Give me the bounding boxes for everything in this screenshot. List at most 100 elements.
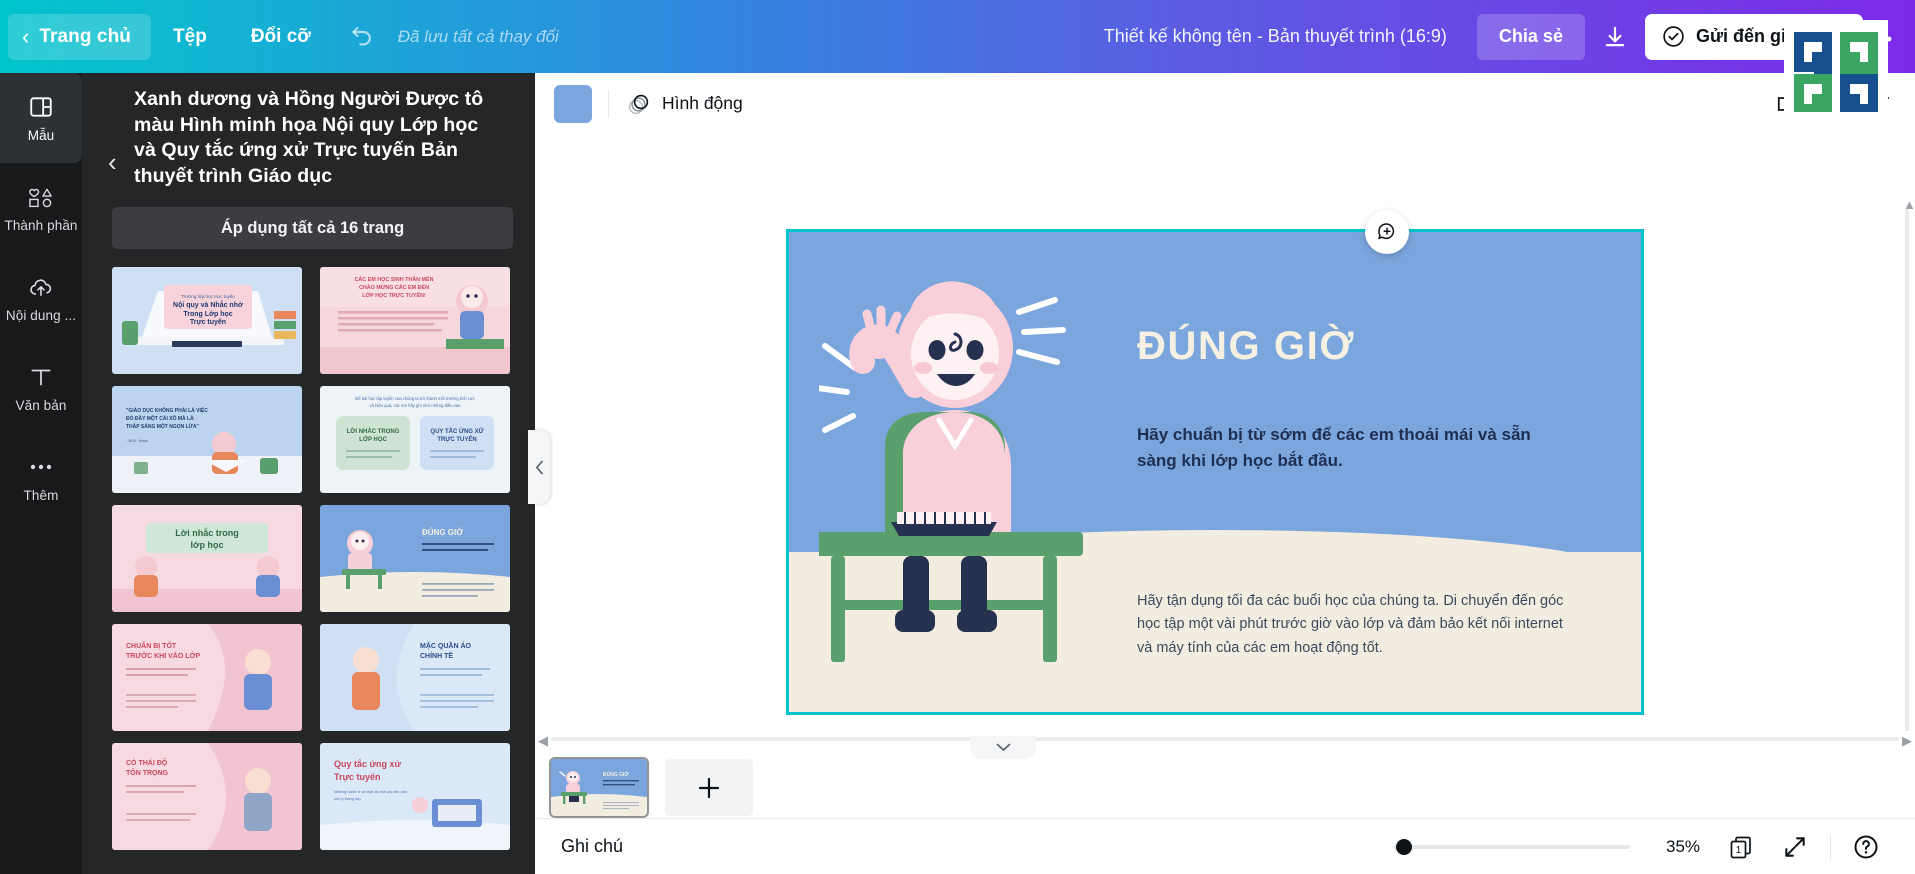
svg-text:Trực tuyến: Trực tuyến: [334, 772, 381, 782]
template-thumb-8[interactable]: MẶC QUẦN ÁO CHỈNH TỀ: [319, 624, 510, 732]
svg-text:TÔN TRỌNG: TÔN TRỌNG: [126, 768, 169, 777]
sidebar-item-text[interactable]: Văn bản: [0, 343, 82, 433]
animate-label: Hình động: [662, 93, 743, 113]
svg-text:LỚP HỌC: LỚP HỌC: [359, 435, 387, 443]
template-thumb-3[interactable]: "GIÁO DỤC KHÔNG PHẢI LÀ VIỆC ĐỔ ĐẦY MỘT …: [112, 386, 302, 494]
top-bar: ‹ Trang chủ Tệp Đổi cỡ Đã lưu tất cả tha…: [0, 0, 1915, 73]
svg-text:LỚP HỌC TRỰC TUYẾN!: LỚP HỌC TRỰC TUYẾN!: [362, 291, 426, 299]
chevron-down-icon: [996, 743, 1010, 751]
template-thumb-7[interactable]: CHUẨN BỊ TỐT TRƯỚC KHI VÀO LỚP: [112, 624, 302, 732]
expand-icon: [1785, 836, 1805, 857]
fullscreen-button[interactable]: [1768, 825, 1822, 869]
horizontal-scroll-track[interactable]: [551, 737, 1899, 741]
notes-button[interactable]: Ghi chú: [561, 836, 623, 857]
svg-text:Trường lớp học trực tuyến: Trường lớp học trực tuyến: [181, 294, 235, 299]
canvas-horizontal-scrollbar[interactable]: ◀ ▶: [535, 731, 1915, 748]
template-panel: ‹ Xanh dương và Hồng Người Được tô màu H…: [82, 73, 535, 874]
toolbar-divider: [608, 89, 609, 118]
text-icon: [28, 363, 54, 391]
panel-title: Xanh dương và Hồng Người Được tô màu Hìn…: [134, 88, 484, 187]
sidebar-item-templates[interactable]: Mẫu: [0, 73, 82, 163]
menu-resize[interactable]: Đổi cỡ: [229, 14, 333, 60]
menu-file[interactable]: Tệp: [151, 14, 229, 60]
context-toolbar: Hình động: [535, 73, 1915, 135]
zoom-slider[interactable]: [1394, 838, 1630, 855]
sidebar-item-uploads[interactable]: Nội dung ...: [0, 253, 82, 343]
brand-logo-icon: [1784, 20, 1888, 124]
svg-text:TRỰC TUYẾN: TRỰC TUYẾN: [437, 436, 476, 443]
panel-collapse-handle[interactable]: [528, 430, 550, 504]
svg-text:Trực tuyến: Trực tuyến: [190, 318, 226, 326]
sidebar-label-templates: Mẫu: [27, 128, 55, 143]
animate-button[interactable]: Hình động: [625, 91, 743, 117]
svg-text:ĐÚNG GIỜ: ĐÚNG GIỜ: [603, 770, 629, 778]
page-thumbnail-image[interactable]: ĐÚNG GIỜ: [549, 757, 649, 818]
bottom-bar: Ghi chú 35% 1: [535, 818, 1915, 874]
apply-all-pages-button[interactable]: Áp dụng tất cả 16 trang: [112, 207, 513, 250]
panel-header: Xanh dương và Hồng Người Được tô màu Hìn…: [82, 73, 535, 189]
template-thumb-9[interactable]: CÓ THÁI ĐỘ TÔN TRỌNG: [112, 743, 302, 851]
zoom-percentage[interactable]: 35%: [1652, 837, 1714, 857]
document-title[interactable]: Thiết kế không tên - Bản thuyết trình (1…: [1104, 26, 1447, 47]
sidebar-label-uploads: Nội dung ...: [5, 308, 77, 323]
vertical-scroll-track[interactable]: [1905, 209, 1909, 797]
svg-text:CHÀO MỪNG CÁC EM ĐẾN: CHÀO MỪNG CÁC EM ĐẾN: [358, 284, 428, 291]
slide-canvas[interactable]: ĐÚNG GIỜ Hãy chuẩn bị từ sớm để các em t…: [786, 229, 1644, 715]
download-button[interactable]: [1591, 14, 1639, 60]
svg-text:Nội quy và Nhắc nhở: Nội quy và Nhắc nhở: [173, 300, 243, 309]
page-count-button[interactable]: 1: [1714, 825, 1768, 869]
extension-logo-overlay: [1784, 20, 1888, 124]
pages-collapse-button[interactable]: [970, 736, 1036, 759]
elements-icon: [26, 183, 56, 211]
svg-text:QUY TẮC ỨNG XỬ: QUY TẮC ỨNG XỬ: [430, 427, 483, 435]
upload-cloud-icon: [27, 273, 55, 301]
slide-body-text[interactable]: Hãy tận dụng tối đa các buổi học của chú…: [1137, 590, 1567, 660]
slide-illustration: [819, 281, 1083, 662]
top-bar-left-group: ‹ Trang chủ Tệp Đổi cỡ Đã lưu tất cả tha…: [0, 0, 559, 73]
page-count-value: 1: [1736, 845, 1742, 856]
sidebar-label-elements: Thành phần: [4, 218, 78, 233]
svg-text:Trong Lớp học: Trong Lớp học: [183, 311, 232, 318]
slide-title[interactable]: ĐÚNG GIỜ: [1137, 324, 1355, 369]
add-comment-button[interactable]: [1365, 210, 1409, 254]
animate-icon: [628, 94, 649, 114]
add-page-button[interactable]: [665, 759, 753, 816]
undo-button[interactable]: [333, 14, 392, 60]
sidebar-item-elements[interactable]: Thành phần: [0, 163, 82, 253]
slide-subtitle[interactable]: Hãy chuẩn bị từ sớm để các em thoải mái …: [1137, 422, 1537, 475]
template-thumb-6[interactable]: ĐÚNG GIỜ: [319, 505, 510, 613]
sidebar-label-text: Văn bản: [15, 398, 67, 413]
svg-text:chú ý trong lớp: chú ý trong lớp: [334, 796, 361, 801]
home-button[interactable]: ‹ Trang chủ: [8, 13, 152, 60]
pages-icon: 1: [1730, 836, 1751, 858]
bottom-divider: [1830, 833, 1831, 860]
svg-text:- W.B. Yeats: - W.B. Yeats: [126, 438, 148, 443]
bottom-bar-right: 35% 1: [1394, 825, 1893, 869]
svg-text:Lời nhắc trong: Lời nhắc trong: [175, 527, 238, 538]
svg-text:THẮP SÁNG MỘT NGỌN LỬA": THẮP SÁNG MỘT NGỌN LỬA": [126, 422, 199, 430]
zoom-slider-handle[interactable]: [1396, 838, 1412, 855]
color-swatch[interactable]: [554, 84, 592, 123]
svg-text:lớp học: lớp học: [191, 540, 224, 550]
help-button[interactable]: [1839, 825, 1893, 869]
svg-text:ĐÚNG GIỜ: ĐÚNG GIỜ: [422, 528, 463, 537]
svg-text:CÁC EM HỌC SINH THÂN MẾN: CÁC EM HỌC SINH THÂN MẾN: [354, 276, 433, 283]
share-button[interactable]: Chia sẻ: [1476, 13, 1585, 60]
left-rail: Mẫu Thành phần Nội dung ... Văn bản Thêm: [0, 73, 82, 874]
svg-text:ĐỔ ĐẦY MỘT CÁI XÔ MÀ LÀ: ĐỔ ĐẦY MỘT CÁI XÔ MÀ LÀ: [126, 414, 194, 422]
template-thumb-5[interactable]: Lời nhắc trong lớp học: [112, 505, 302, 613]
template-thumb-2[interactable]: CÁC EM HỌC SINH THÂN MẾN CHÀO MỪNG CÁC E…: [319, 267, 510, 375]
template-thumb-4[interactable]: Để bài học tập tuyến của chúng ta trở th…: [319, 386, 510, 494]
chevron-left-icon: [535, 460, 543, 474]
canvas-viewport: ĐÚNG GIỜ Hãy chuẩn bị từ sớm để các em t…: [535, 135, 1915, 809]
svg-text:Những hành vi và thái độ mà cá: Những hành vi và thái độ mà các em cần: [334, 789, 407, 794]
chevron-left-icon: ‹: [22, 23, 30, 49]
sidebar-item-more[interactable]: Thêm: [0, 433, 82, 523]
svg-text:"GIÁO DỤC KHÔNG PHẢI LÀ VIỆC: "GIÁO DỤC KHÔNG PHẢI LÀ VIỆC: [126, 406, 208, 414]
template-thumb-1[interactable]: Trường lớp học trực tuyến Nội quy và Nhắ…: [112, 267, 302, 375]
template-thumb-10[interactable]: Quy tắc ứng xử Trực tuyến Những hành vi …: [319, 743, 510, 851]
canvas-vertical-scrollbar[interactable]: ▲ ▼: [1899, 197, 1915, 809]
comment-add-icon: [1378, 223, 1395, 240]
zoom-slider-track[interactable]: [1394, 844, 1630, 849]
more-dots-icon: [28, 453, 54, 481]
